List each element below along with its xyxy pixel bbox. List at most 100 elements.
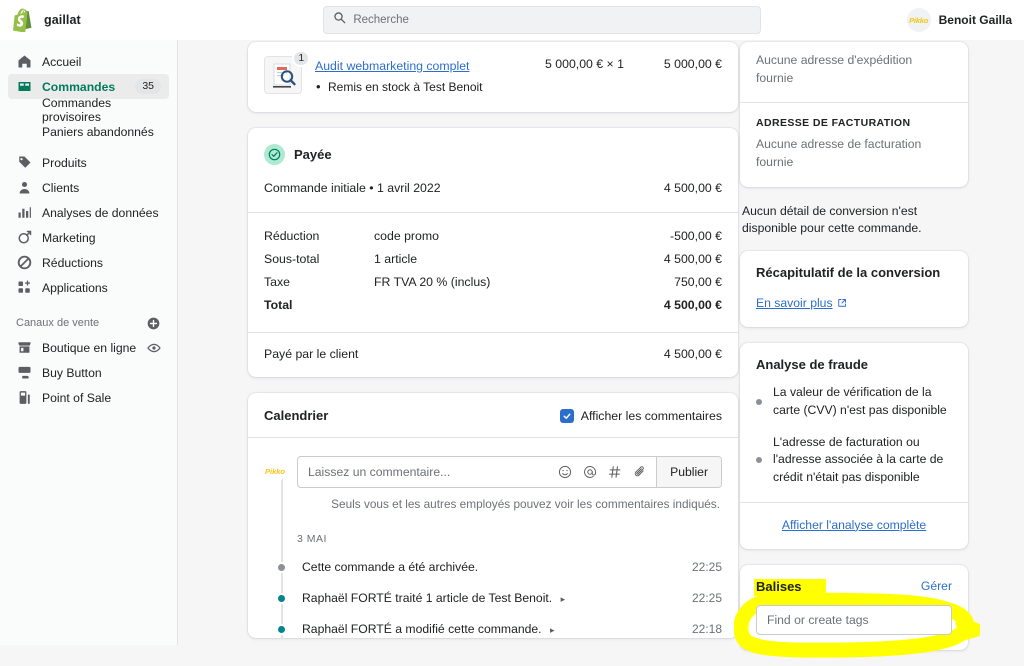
payment-status-row: Payée [248, 128, 738, 165]
paid-by-customer-label: Payé par le client [264, 347, 359, 361]
orders-icon [16, 78, 33, 95]
fraud-item-text: La valeur de vérification de la carte (C… [773, 385, 947, 417]
products-icon [16, 154, 33, 171]
hashtag-icon[interactable] [602, 465, 627, 479]
paid-check-icon [264, 144, 285, 165]
storefront-icon [16, 339, 33, 356]
timeline-header: Calendrier Afficher les commentaires [248, 393, 738, 438]
bullet-icon [756, 398, 762, 405]
sidebar-sublabel: Commandes provisoires [42, 96, 112, 124]
publish-button[interactable]: Publier [656, 457, 721, 487]
buy-button-icon [16, 364, 33, 381]
view-full-analysis-link[interactable]: Afficher l'analyse complète [782, 518, 926, 532]
tags-input[interactable]: Find or create tags [756, 604, 952, 635]
brand-block[interactable]: gaillat [0, 8, 178, 33]
apps-icon [16, 279, 33, 296]
customers-icon [16, 179, 33, 196]
comment-avatar: Pikko [264, 460, 286, 482]
search-input[interactable]: Recherche [323, 6, 762, 34]
payment-line: Réduction code promo -500,00 € [264, 229, 722, 243]
line-items-card: 1 Audit webmarketing complet Remis en st… [248, 42, 738, 112]
right-column: Aucune adresse d'expédition fournie ADRE… [734, 40, 980, 666]
search-placeholder: Recherche [353, 14, 409, 26]
line-item-row: 1 Audit webmarketing complet Remis en st… [264, 50, 722, 94]
sidebar-item-buy-button[interactable]: Buy Button [8, 360, 169, 385]
sidebar-item-marketing[interactable]: Marketing [8, 225, 169, 250]
sidebar-item-commandes-provisoires[interactable]: Commandes provisoires [8, 96, 169, 124]
sidebar-label: Accueil [42, 54, 82, 69]
add-channel-icon[interactable] [146, 316, 161, 331]
sidebar-item-point-of-sale[interactable]: Point of Sale [8, 385, 169, 410]
sidebar-item-produits[interactable]: Produits [8, 150, 169, 175]
eye-icon[interactable] [146, 340, 161, 355]
attachment-icon[interactable] [627, 465, 652, 479]
billing-address-caption: ADRESSE DE FACTURATION [756, 117, 911, 130]
timeline-event-text: Cette commande a été archivée. [302, 560, 479, 574]
line-total: 5 000,00 € [663, 57, 722, 71]
expand-caret-icon[interactable]: ▸ [561, 594, 566, 604]
sidebar-label: Point of Sale [42, 390, 112, 405]
brand-name: gaillat [44, 13, 81, 27]
timeline-dot [276, 623, 287, 635]
timeline-event-text: Raphaël FORTÉ traité 1 article de Test B… [302, 591, 692, 605]
sidebar-item-analyses[interactable]: Analyses de données [8, 200, 169, 225]
quantity-badge: 1 [292, 50, 310, 67]
conversion-section: Récapitulatif de la conversion En savoir… [740, 251, 968, 327]
timeline-event-label: Raphaël FORTÉ a modifié cette commande. [302, 622, 542, 636]
sidebar-item-applications[interactable]: Applications [8, 275, 169, 300]
timeline-body: Pikko Laissez un commentaire... Publier … [248, 438, 738, 638]
fraud-title-section: Analyse de fraude [740, 343, 968, 378]
line-amount: -500,00 € [670, 229, 722, 243]
show-comments-toggle[interactable]: Afficher les commentaires [559, 408, 722, 423]
sidebar-item-accueil[interactable]: Accueil [8, 49, 169, 74]
addresses-card: Aucune adresse d'expédition fournie ADRE… [740, 42, 968, 187]
line-item-details: Audit webmarketing complet Remis en stoc… [315, 56, 501, 94]
expand-caret-icon[interactable]: ▸ [550, 625, 555, 635]
fraud-items-section: La valeur de vérification de la carte (C… [740, 378, 968, 501]
product-title-link[interactable]: Audit webmarketing complet [315, 59, 469, 73]
fraud-analysis-title: Analyse de fraude [756, 357, 868, 373]
product-thumbnail-wrap: 1 [264, 50, 310, 94]
sidebar-item-clients[interactable]: Clients [8, 175, 169, 200]
marketing-icon [16, 229, 33, 246]
sidebar-item-paniers-abandonnes[interactable]: Paniers abandonnés [8, 121, 169, 143]
orders-count-badge: 35 [135, 79, 161, 94]
home-icon [16, 53, 33, 70]
user-name: Benoit Gailla [938, 13, 1012, 27]
sidebar-label: Boutique en ligne [42, 340, 137, 355]
initial-order-amount: 4 500,00 € [663, 181, 722, 195]
avatar: Pikko [906, 8, 931, 32]
emoji-icon[interactable] [552, 465, 577, 479]
line-amount: 4 500,00 € [663, 252, 722, 266]
checkbox-checked-icon [559, 408, 574, 423]
learn-more-link[interactable]: En savoir plus [756, 296, 847, 310]
payment-lines: Réduction code promo -500,00 € Sous-tota… [248, 213, 738, 325]
search-area: Recherche [178, 6, 907, 34]
sales-channels-header: Canaux de vente [16, 311, 161, 335]
analytics-icon [16, 204, 33, 221]
shipping-address-text: Aucune adresse d'expédition fournie [756, 53, 913, 85]
conversion-card: Récapitulatif de la conversion En savoir… [740, 251, 968, 328]
timeline-event-label: Raphaël FORTÉ traité 1 article de Test B… [302, 591, 553, 605]
shipping-address-section: Aucune adresse d'expédition fournie [740, 42, 968, 102]
conversion-title: Récapitulatif de la conversion [756, 265, 941, 281]
mention-icon[interactable] [577, 465, 602, 479]
paid-by-customer-row: Payé par le client 4 500,00 € [248, 332, 738, 377]
sidebar-label: Buy Button [42, 365, 102, 380]
payment-line-total: Total 4 500,00 € [264, 298, 722, 312]
sidebar-label: Commandes [42, 79, 116, 94]
discounts-icon [16, 254, 33, 271]
comment-input[interactable]: Laissez un commentaire... Publier [297, 456, 722, 488]
sidebar-label: Applications [42, 280, 108, 295]
show-comments-label: Afficher les commentaires [580, 408, 722, 423]
sidebar-item-reductions[interactable]: Réductions [8, 250, 169, 275]
sidebar-item-boutique-en-ligne[interactable]: Boutique en ligne [8, 335, 169, 360]
user-menu[interactable]: Pikko Benoit Gailla [906, 8, 1024, 32]
pos-icon [16, 389, 33, 406]
fraud-footer: Afficher l'analyse complète [740, 501, 968, 549]
line-amount: 750,00 € [674, 275, 722, 289]
content-area: 1 Audit webmarketing complet Remis en st… [178, 40, 1024, 658]
sidebar-label: Marketing [42, 230, 96, 245]
line-amount: 4 500,00 € [663, 298, 722, 312]
